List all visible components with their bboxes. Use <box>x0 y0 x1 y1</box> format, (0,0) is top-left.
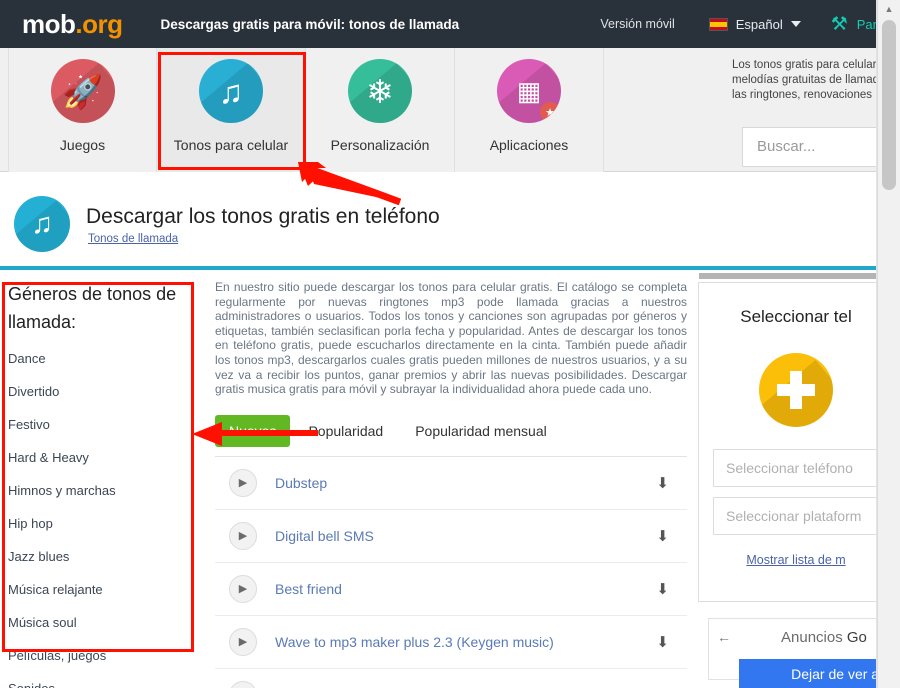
download-arrow-icon[interactable]: ⬇ <box>656 527 669 545</box>
download-arrow-icon[interactable]: ⬇ <box>656 474 669 492</box>
partner-link[interactable]: Par <box>857 17 877 32</box>
ads-label-brand: Go <box>846 629 867 646</box>
chevron-down-icon <box>790 21 801 27</box>
nav-tab-aplicaciones[interactable]: ▦ ★ Aplicaciones <box>455 48 604 172</box>
genres-sidebar: Géneros de tonos de llamada: Dance Diver… <box>8 280 194 688</box>
panel-top-bar <box>699 273 893 279</box>
tab-popularidad[interactable]: Popularidad <box>294 415 397 447</box>
show-models-link[interactable]: Mostrar lista de m <box>699 553 893 567</box>
site-header: mob.org Descargas gratis para móvil: ton… <box>0 0 877 48</box>
nav-tab-juegos[interactable]: 🚀 Juegos <box>8 48 157 172</box>
plus-icon[interactable] <box>759 353 833 427</box>
language-label: Español <box>735 16 783 32</box>
sidebar-item-festivo[interactable]: Festivo <box>8 408 194 441</box>
play-icon[interactable]: ▶ <box>229 574 257 603</box>
language-selector[interactable]: Español <box>708 16 801 32</box>
sidebar-heading: Géneros de tonos de llamada: <box>8 284 177 332</box>
sidebar-item-jazz-blues[interactable]: Jazz blues <box>8 540 194 573</box>
sidebar-item-musica-relajante[interactable]: Música relajante <box>8 573 194 606</box>
list-item[interactable]: ▶ Dubstep ⬇ <box>215 457 687 510</box>
site-tagline: Descargas gratis para móvil: tonos de ll… <box>160 16 460 32</box>
list-item[interactable]: ▶ Parabens deck of cards 1.0 (Keygen mus… <box>215 669 687 688</box>
ad-container: ← Anuncios Go Dejar de ver an <box>708 618 900 688</box>
header-right-group: Versión móvil Español ⚒ Par <box>600 15 877 34</box>
mobile-version-link[interactable]: Versión móvil <box>600 17 674 31</box>
nav-tab-label: Aplicaciones <box>489 137 569 153</box>
scrollbar-thumb[interactable] <box>882 20 896 190</box>
back-arrow-icon[interactable]: ← <box>717 629 731 645</box>
sidebar-item-dance[interactable]: Dance <box>8 342 194 375</box>
play-icon[interactable]: ▶ <box>229 468 257 497</box>
play-icon[interactable]: ▶ <box>229 627 257 656</box>
download-arrow-icon[interactable]: ⬇ <box>656 633 669 651</box>
breadcrumb[interactable]: Tonos de llamada <box>88 233 178 245</box>
sidebar-item-hip-hop[interactable]: Hip hop <box>8 507 194 540</box>
logo-text: mob <box>22 8 76 39</box>
ringtone-name[interactable]: Digital bell SMS <box>275 528 374 544</box>
download-arrow-icon[interactable]: ⬇ <box>656 580 669 598</box>
ads-label-prefix: Anuncios <box>781 629 847 646</box>
sidebar-item-peliculas-juegos[interactable]: Películas, juegos <box>8 639 194 672</box>
phone-panel-title: Seleccionar tel <box>740 307 852 326</box>
sidebar-item-sonidos[interactable]: Sonidos <box>8 672 194 688</box>
nav-tab-label: Personalización <box>330 137 430 153</box>
music-note-icon: ♫ <box>199 59 263 123</box>
ringtone-name[interactable]: Wave to mp3 maker plus 2.3 (Keygen music… <box>275 634 554 650</box>
play-icon[interactable]: ▶ <box>229 521 257 550</box>
tools-icon[interactable]: ⚒ <box>831 15 848 34</box>
browser-scrollbar[interactable]: ▲ <box>877 0 900 688</box>
browser-page: mob.org Descargas gratis para móvil: ton… <box>0 0 900 688</box>
sidebar-item-musica-soul[interactable]: Música soul <box>8 606 194 639</box>
intro-paragraph: En nuestro sitio puede descargar los ton… <box>215 280 687 397</box>
ads-label: Anuncios Go <box>781 629 867 646</box>
sort-tabs: Nuevos Popularidad Popularidad mensual <box>215 414 687 447</box>
tab-nuevos[interactable]: Nuevos <box>215 414 291 447</box>
ringtone-name[interactable]: Dubstep <box>275 475 327 491</box>
sidebar-item-divertido[interactable]: Divertido <box>8 375 194 408</box>
chevron-up-icon[interactable]: ▲ <box>878 0 900 18</box>
play-icon[interactable]: ▶ <box>229 680 257 688</box>
sidebar-item-himnos-y-marchas[interactable]: Himnos y marchas <box>8 474 194 507</box>
nav-tab-personalizacion[interactable]: ❄ Personalización <box>306 48 455 172</box>
apps-grid-icon: ▦ ★ <box>497 59 561 123</box>
nav-tab-label: Juegos <box>59 137 106 153</box>
page-body: Géneros de tonos de llamada: Dance Diver… <box>0 270 900 688</box>
promo-text: Los tonos gratis para celular. D melodía… <box>732 59 900 101</box>
main-content: En nuestro sitio puede descargar los ton… <box>215 280 687 688</box>
ringtone-name[interactable]: Best friend <box>275 581 342 597</box>
tab-popularidad-mensual[interactable]: Popularidad mensual <box>401 415 561 447</box>
list-item[interactable]: ▶ Best friend ⬇ <box>215 563 687 616</box>
genre-list: Dance Divertido Festivo Hard & Heavy Him… <box>8 342 194 688</box>
page-header: ♫ Descargar los tonos gratis en teléfono… <box>0 180 877 266</box>
platform-select[interactable]: Seleccionar plataform <box>713 497 879 535</box>
logo-suffix: org <box>82 8 123 39</box>
ringtone-list: ▶ Dubstep ⬇ ▶ Digital bell SMS ⬇ ▶ Best … <box>215 455 687 688</box>
flower-icon: ❄ <box>348 59 412 123</box>
sidebar-item-hard-heavy[interactable]: Hard & Heavy <box>8 441 194 474</box>
rocket-icon: 🚀 <box>50 59 115 123</box>
spain-flag-icon <box>708 17 728 31</box>
music-note-icon: ♫ <box>14 196 70 252</box>
list-item[interactable]: ▶ Digital bell SMS ⬇ <box>215 510 687 563</box>
page-title: Descargar los tonos gratis en teléfono <box>86 205 440 228</box>
nav-tab-label: Tonos para celular <box>173 137 289 153</box>
list-item[interactable]: ▶ Wave to mp3 maker plus 2.3 (Keygen mus… <box>215 616 687 669</box>
phone-selector-panel: Seleccionar tel Seleccionar teléfono Sel… <box>698 273 894 602</box>
phone-select[interactable]: Seleccionar teléfono <box>713 449 879 487</box>
site-logo[interactable]: mob.org <box>22 9 123 40</box>
nav-tab-tonos-para-celular[interactable]: ♫ Tonos para celular <box>157 48 306 172</box>
star-badge-icon: ★ <box>540 102 560 122</box>
